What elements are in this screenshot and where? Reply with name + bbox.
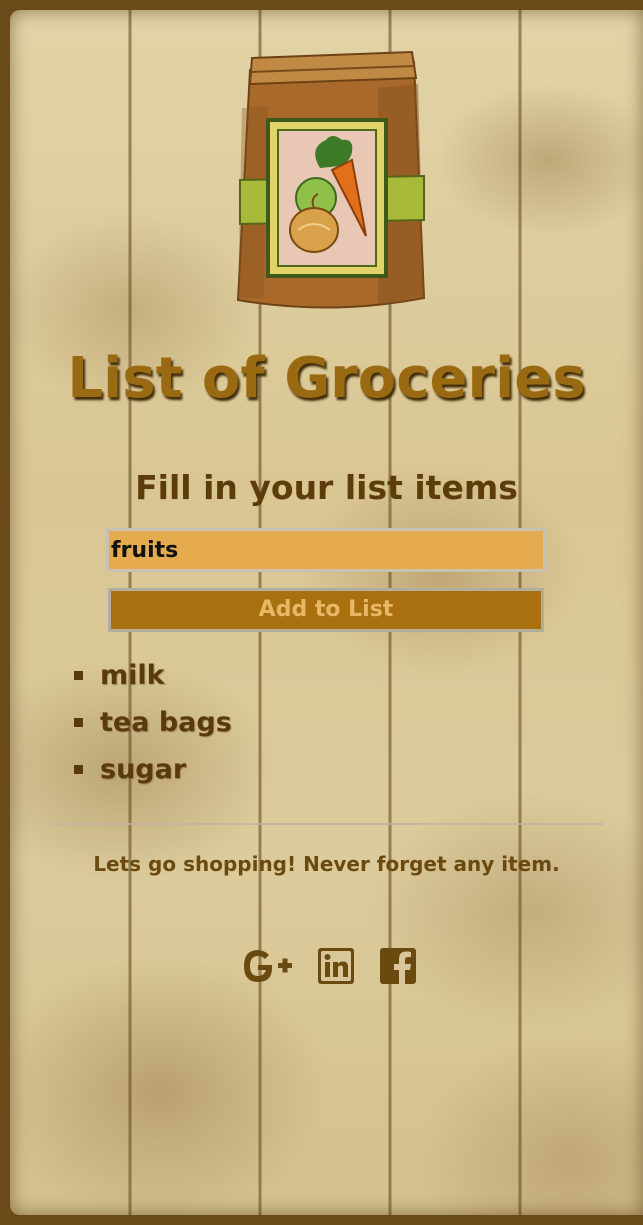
footer-tagline: Lets go shopping! Never forget any item. [93, 852, 560, 876]
main-panel: List of Groceries Fill in your list item… [10, 10, 643, 1215]
page-frame: List of Groceries Fill in your list item… [0, 0, 643, 1225]
list-item[interactable]: milk [70, 652, 232, 699]
list-item-input[interactable] [106, 528, 546, 572]
page-title: List of Groceries [67, 346, 586, 411]
list-item-label: tea bags [100, 707, 232, 738]
linkedin-icon [318, 948, 354, 984]
linkedin-link[interactable] [316, 946, 356, 986]
grocery-list: milk tea bags sugar [70, 652, 232, 793]
social-links [242, 946, 418, 986]
list-item[interactable]: tea bags [70, 699, 232, 746]
list-item[interactable]: sugar [70, 746, 232, 793]
google-plus-icon [244, 950, 292, 982]
facebook-icon [380, 948, 416, 984]
facebook-link[interactable] [378, 946, 418, 986]
footer-divider [50, 823, 603, 825]
google-plus-link[interactable] [242, 946, 294, 986]
add-to-list-button[interactable]: Add to List [108, 588, 544, 632]
square-bullet-icon [74, 765, 83, 774]
form-subtitle: Fill in your list items [135, 468, 518, 507]
list-item-label: milk [100, 660, 165, 691]
square-bullet-icon [74, 671, 83, 680]
list-item-label: sugar [100, 754, 187, 785]
square-bullet-icon [74, 718, 83, 727]
grocery-bag-logo [236, 50, 426, 309]
